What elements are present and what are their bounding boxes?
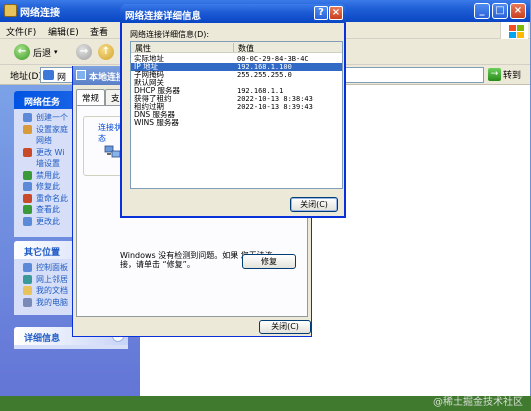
menu-edit[interactable]: 编辑(E) xyxy=(48,25,79,38)
control-panel-icon xyxy=(23,263,32,272)
connection-details-dialog: 网络连接详细信息 ? × 网络连接详细信息(D): 属性 数值 实际地址 00-0… xyxy=(120,4,346,218)
detail-row[interactable]: WINS 服务器 xyxy=(131,119,342,127)
repair-icon xyxy=(23,182,32,191)
tab-general[interactable]: 常规 xyxy=(76,89,106,105)
disable-icon xyxy=(23,170,32,180)
minimize-button[interactable]: _ xyxy=(474,3,490,19)
status-close-button[interactable]: 关闭(C) xyxy=(259,320,311,334)
menu-view[interactable]: 查看 xyxy=(90,25,108,38)
forward-button[interactable]: → xyxy=(76,43,92,61)
back-arrow-icon: ← xyxy=(14,44,30,60)
my-documents-icon xyxy=(23,286,32,295)
rename-icon xyxy=(23,193,32,203)
listview-header: 属性 数值 xyxy=(131,42,342,53)
status-tabs: 常规 支 xyxy=(76,89,126,105)
home-network-icon xyxy=(23,124,32,134)
detail-row[interactable]: 实际地址 00-0C-29-84-3B-4C xyxy=(131,55,342,64)
help-button[interactable]: ? xyxy=(314,6,328,20)
details-list-label: 网络连接详细信息(D): xyxy=(130,30,210,39)
up-folder-icon: ↑ xyxy=(98,44,114,60)
my-computer-icon xyxy=(23,297,32,307)
forward-arrow-icon: → xyxy=(76,44,92,60)
back-button[interactable]: ← 后退 ▾ xyxy=(14,43,58,61)
menu-file[interactable]: 文件(F) xyxy=(6,25,36,38)
details-listview[interactable]: 属性 数值 实际地址 00-0C-29-84-3B-4C IP 地址 192.168… xyxy=(130,41,343,189)
connection-icon xyxy=(76,70,86,80)
back-label: 后退 xyxy=(33,48,52,59)
up-button[interactable]: ↑ xyxy=(98,43,114,61)
firewall-icon xyxy=(23,147,32,157)
details-close-x-button[interactable]: × xyxy=(329,6,343,20)
details-dialog-titlebar[interactable]: 网络连接详细信息 ? × xyxy=(120,4,346,23)
address-value: 网 xyxy=(57,73,67,83)
go-arrow-icon: → xyxy=(488,68,501,81)
column-value[interactable]: 数值 xyxy=(238,43,254,54)
network-places-icon xyxy=(23,274,32,284)
change-settings-icon xyxy=(23,216,32,226)
explorer-title: 网络连接 xyxy=(20,8,60,19)
repair-button[interactable]: 修复 xyxy=(242,254,296,269)
folder-icon xyxy=(4,4,17,17)
network-folder-icon xyxy=(43,70,54,80)
create-connection-icon xyxy=(23,113,32,122)
address-label: 地址(D) xyxy=(10,72,42,82)
watermark: @稀土掘金技术社区 xyxy=(433,397,523,408)
details-dialog-title: 网络连接详细信息 xyxy=(125,11,202,22)
chevron-down-icon: ▾ xyxy=(54,48,58,56)
go-button[interactable]: → 转到 xyxy=(488,68,521,81)
windows-logo-icon xyxy=(500,22,528,39)
details-close-button[interactable]: 关闭(C) xyxy=(290,197,338,212)
column-property[interactable]: 属性 xyxy=(135,43,151,54)
go-label: 转到 xyxy=(503,71,522,81)
maximize-button[interactable]: □ xyxy=(492,3,508,19)
view-status-icon xyxy=(23,205,32,214)
close-button[interactable]: × xyxy=(510,3,526,19)
